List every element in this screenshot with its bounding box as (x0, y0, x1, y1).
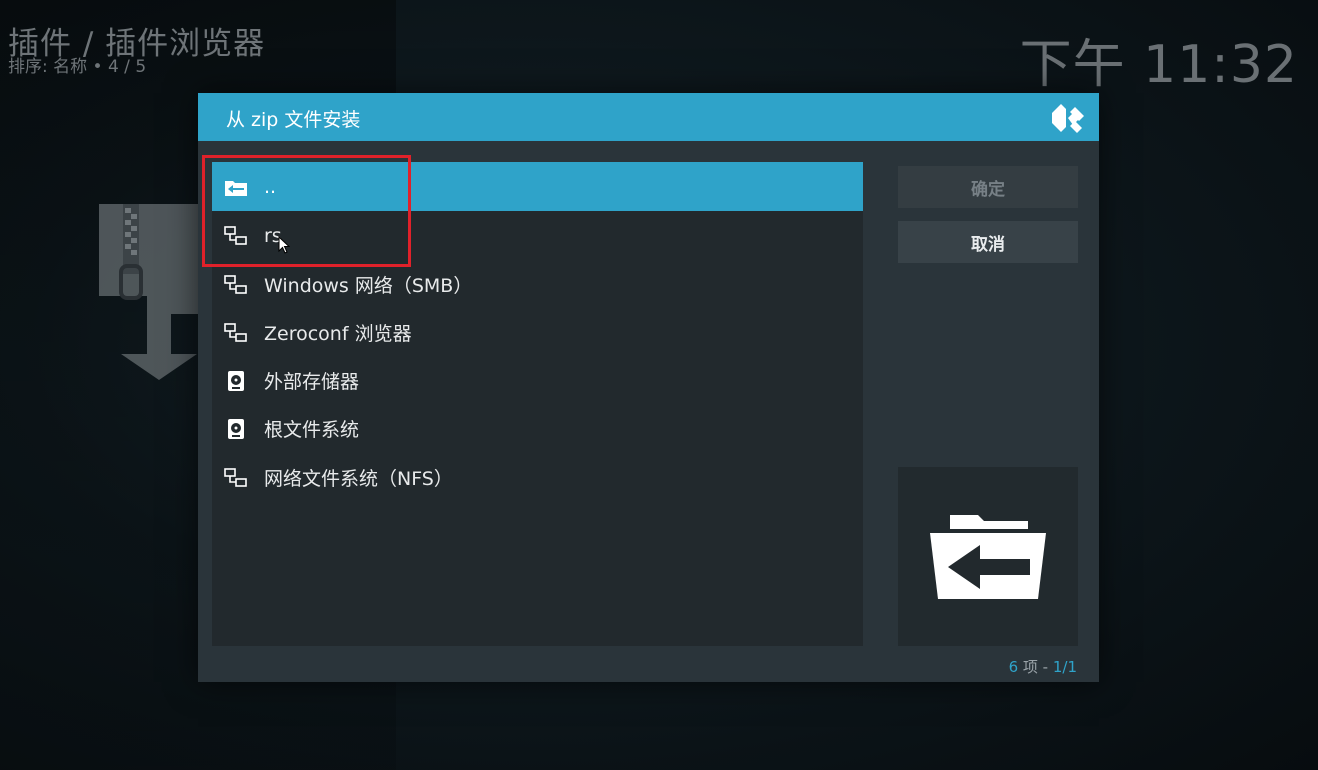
folder-back-large-icon (930, 514, 1046, 599)
list-item-label: Windows 网络（SMB） (264, 275, 473, 297)
cancel-button[interactable]: 取消 (898, 221, 1078, 263)
harddisk-icon (228, 418, 244, 439)
list-item-external-storage[interactable]: 外部存储器 (212, 356, 863, 405)
clock: 下午 11:32 (1019, 35, 1298, 95)
zip-install-icon (99, 204, 199, 380)
dialog-title: 从 zip 文件安装 (226, 109, 361, 131)
annotation-highlight-box (202, 155, 411, 267)
list-item-zeroconf[interactable]: Zeroconf 浏览器 (212, 308, 863, 357)
dialog-header: 从 zip 文件安装 (198, 93, 1099, 141)
list-item-label: 外部存储器 (264, 371, 360, 393)
ok-button[interactable]: 确定 (898, 166, 1078, 208)
sort-info: 排序: 名称 • 4 / 5 (8, 57, 147, 77)
list-item-smb[interactable]: Windows 网络（SMB） (212, 260, 863, 309)
item-count-text: 项 - (1018, 658, 1053, 676)
mouse-cursor-icon (278, 236, 290, 254)
item-count: 6 项 - 1/1 (1009, 656, 1077, 677)
list-item-root-filesystem[interactable]: 根文件系统 (212, 404, 863, 453)
network-icon (224, 274, 247, 294)
item-count-page: 1/1 (1052, 658, 1077, 676)
list-item-label: Zeroconf 浏览器 (264, 323, 412, 345)
list-item-label: 网络文件系统（NFS） (264, 468, 453, 490)
preview-panel (898, 467, 1078, 646)
kodi-logo-icon (1052, 104, 1084, 133)
item-count-number: 6 (1008, 658, 1019, 676)
list-item-label: 根文件系统 (264, 419, 360, 441)
network-icon (224, 467, 247, 487)
network-icon (224, 322, 247, 342)
list-item-nfs[interactable]: 网络文件系统（NFS） (212, 453, 863, 502)
harddisk-icon (228, 370, 244, 391)
